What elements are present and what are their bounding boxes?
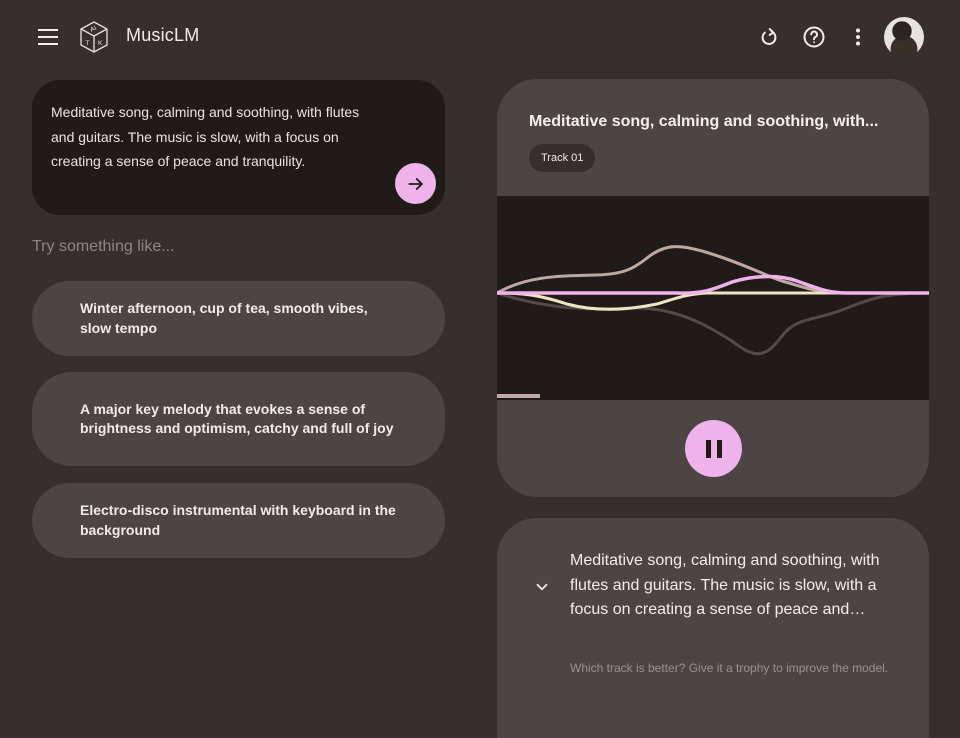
pause-icon [716, 439, 722, 458]
waveform-svg [497, 245, 929, 356]
send-button[interactable] [395, 163, 436, 204]
pause-button[interactable] [685, 420, 742, 477]
track-label-chip[interactable]: Track 01 [529, 144, 596, 172]
app-header: AI T K MusicLM [0, 0, 960, 75]
hamburger-menu-icon[interactable] [36, 26, 60, 48]
waveform-mauve [497, 245, 929, 295]
refresh-icon[interactable] [756, 24, 782, 50]
svg-text:T: T [86, 40, 90, 47]
suggestion-text: Winter afternoon, cup of tea, smooth vib… [80, 300, 368, 336]
arrow-right-icon [407, 177, 423, 190]
playback-progress-bar[interactable] [497, 394, 929, 398]
svg-text:AI: AI [89, 25, 98, 34]
progress-fill [497, 394, 541, 398]
pause-icon [705, 439, 711, 458]
suggestion-chip[interactable]: Electro-disco instrumental with keyboard… [32, 483, 445, 558]
prompt-input[interactable]: Meditative song, calming and soothing, w… [32, 80, 445, 215]
player-card: Meditative song, calming and soothing, w… [497, 79, 929, 497]
suggestions-label: Try something like... [32, 238, 175, 255]
description-card: Meditative song, calming and soothing, w… [497, 518, 929, 738]
svg-text:K: K [98, 40, 103, 47]
feedback-prompt: Which track is better? Give it a trophy … [570, 661, 889, 675]
more-vert-icon[interactable] [845, 24, 871, 50]
audio-visualizer [497, 196, 929, 400]
suggestion-chip[interactable]: Winter afternoon, cup of tea, smooth vib… [32, 281, 445, 356]
waveform-pink [497, 274, 929, 295]
help-circle-icon[interactable] [801, 24, 827, 50]
user-avatar[interactable] [884, 17, 924, 57]
description-text: Meditative song, calming and soothing, w… [570, 552, 880, 618]
aitk-logo-icon: AI T K [80, 21, 108, 53]
prompt-text[interactable]: Meditative song, calming and soothing, w… [51, 100, 381, 174]
app-title: MusicLM [126, 25, 200, 45]
track-title: Meditative song, calming and soothing, w… [529, 113, 879, 130]
suggestion-text: Electro-disco instrumental with keyboard… [80, 502, 396, 538]
suggestion-text: A major key melody that evokes a sense o… [80, 400, 394, 437]
suggestion-chip[interactable]: A major key melody that evokes a sense o… [32, 372, 445, 466]
chevron-down-icon[interactable] [533, 578, 551, 596]
